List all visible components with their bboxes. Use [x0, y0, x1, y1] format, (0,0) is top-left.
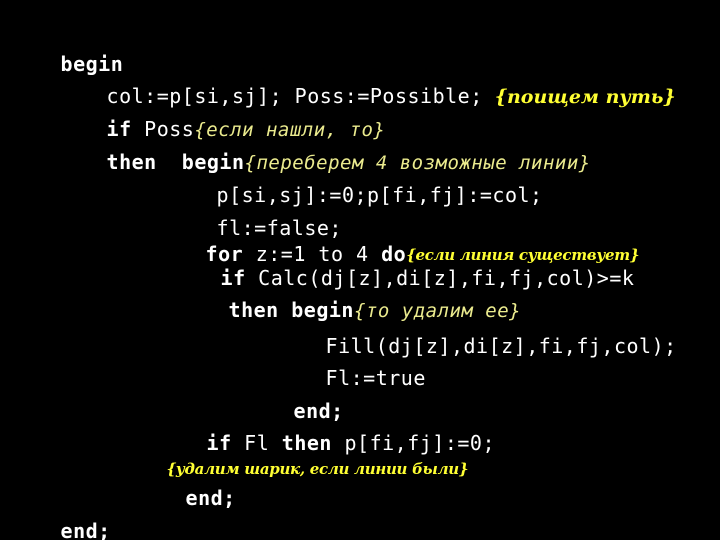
- comment-delete-it: {то удалим ее}: [353, 300, 522, 322]
- comment-find-path: {поищем путь}: [494, 86, 676, 108]
- code-line-end-mid: end;: [147, 472, 236, 524]
- code-line-end-outer: end;: [22, 505, 111, 540]
- keyword-end-outer: end;: [60, 519, 111, 540]
- keyword-then: then: [106, 150, 157, 174]
- code-slide: begin col:=p[si,sj]; Poss:=Possible; {пои…: [0, 0, 720, 540]
- keyword-end-mid: end;: [185, 486, 236, 510]
- keyword-then-begin: then begin: [228, 298, 354, 322]
